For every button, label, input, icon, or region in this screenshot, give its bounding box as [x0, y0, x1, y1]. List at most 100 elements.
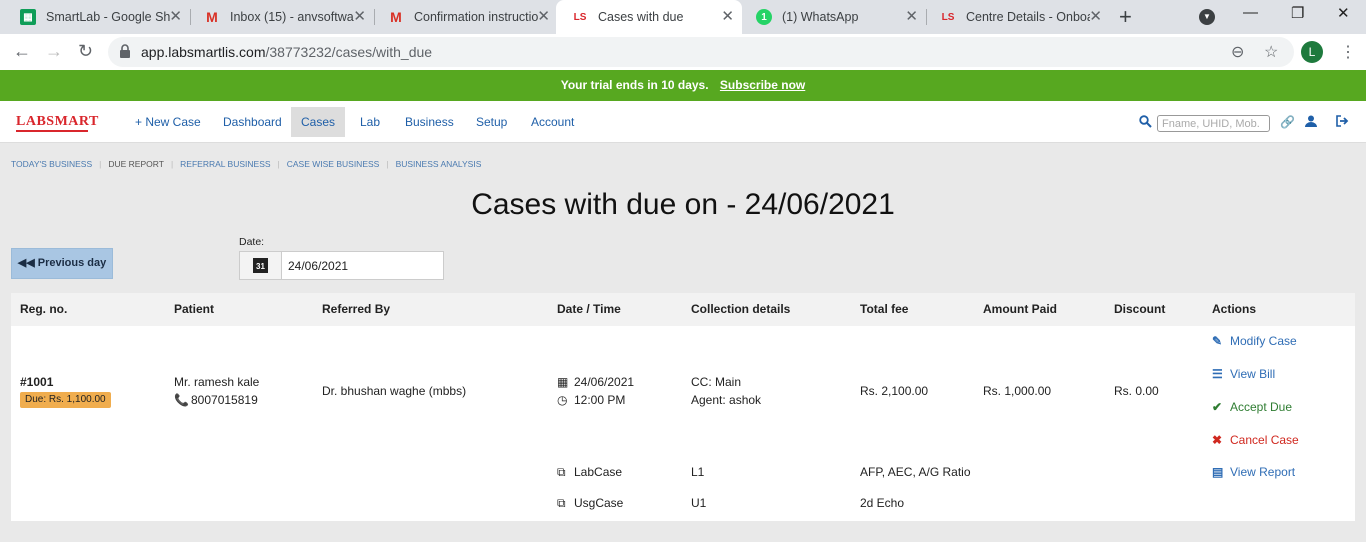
calendar-button[interactable]: 31 [240, 252, 282, 279]
profile-avatar[interactable]: L [1301, 41, 1323, 63]
cancel-case-label: Cancel Case [1230, 433, 1299, 447]
labsmart-logo[interactable]: LABSMART [16, 114, 99, 132]
table-header: Reg. no. Patient Referred By Date / Time… [11, 293, 1355, 326]
previous-day-label: Previous day [37, 257, 107, 269]
close-window-icon[interactable]: ✕ [1337, 4, 1350, 22]
browser-tab-whatsapp[interactable]: 1 (1) WhatsApp ✕ [740, 0, 926, 34]
nav-setup[interactable]: Setup [468, 107, 515, 137]
close-tab-icon[interactable]: ✕ [905, 9, 918, 25]
browser-tab-centre-details[interactable]: LS Centre Details - Onboa ✕ [924, 0, 1110, 34]
labsmart-icon: LS [941, 11, 955, 23]
view-bill-label: View Bill [1230, 367, 1276, 381]
new-tab-icon[interactable]: + [1119, 4, 1132, 30]
logout-icon[interactable] [1336, 115, 1349, 130]
sublink-todays-business[interactable]: TODAY'S BUSINESS [11, 159, 92, 169]
sublink-referral-business[interactable]: REFERRAL BUSINESS [180, 159, 270, 169]
nav-dashboard[interactable]: Dashboard [215, 107, 290, 137]
nav-new-case[interactable]: + New Case [127, 107, 209, 137]
bookmark-star-icon[interactable]: ☆ [1264, 42, 1278, 62]
reg-no[interactable]: #1001 [20, 375, 53, 389]
amount-paid: Rs. 1,000.00 [983, 384, 1052, 398]
cross-icon: ✖ [1212, 433, 1223, 447]
nav-lab[interactable]: Lab [352, 107, 388, 137]
forward-icon[interactable]: → [45, 41, 63, 62]
tab-search-icon[interactable]: ▼ [1199, 9, 1215, 25]
accept-due-button[interactable]: ✔ Accept Due [1212, 400, 1292, 414]
browser-tab-inbox[interactable]: M Inbox (15) - anvsoftwa ✕ [188, 0, 374, 34]
subcase-id: L1 [691, 465, 705, 479]
edit-icon: ✎ [1212, 334, 1223, 348]
browser-menu-icon[interactable]: ⋮ [1340, 42, 1356, 62]
subcase-tests: AFP, AEC, A/G Ratio [860, 465, 971, 479]
search-input[interactable] [1157, 115, 1270, 132]
discount: Rs. 0.00 [1114, 384, 1159, 398]
previous-day-button[interactable]: ◀◀ Previous day [11, 248, 113, 279]
subscribe-link[interactable]: Subscribe now [720, 78, 805, 92]
app-navbar: LABSMART + New Case Dashboard Cases Lab … [0, 101, 1366, 143]
subcase-type-text[interactable]: UsgCase [574, 496, 623, 510]
accept-due-label: Accept Due [1230, 400, 1293, 414]
clock-icon: ◷ [557, 393, 568, 407]
url-path: /38773232/cases/with_due [265, 44, 433, 60]
close-tab-icon[interactable]: ✕ [537, 9, 550, 25]
nav-business[interactable]: Business [397, 107, 462, 137]
nav-cases[interactable]: Cases [291, 107, 345, 137]
browser-tab-cases-with-due[interactable]: LS Cases with due ✕ [556, 0, 742, 34]
modify-case-button[interactable]: ✎ Modify Case [1212, 334, 1297, 348]
labsmart-icon: LS [573, 11, 587, 23]
business-sublinks: TODAY'S BUSINESS | DUE REPORT | REFERRAL BUS… [11, 159, 481, 169]
subcase-tests: 2d Echo [860, 496, 905, 510]
view-bill-button[interactable]: ☰ View Bill [1212, 367, 1275, 381]
trial-banner: Your trial ends in 10 days. Subscribe no… [0, 70, 1366, 101]
date-label: Date: [239, 236, 265, 248]
col-total-fee: Total fee [860, 302, 909, 316]
date-value: 24/06/2021 [288, 259, 349, 273]
close-tab-icon[interactable]: ✕ [169, 9, 182, 25]
close-tab-icon[interactable]: ✕ [1089, 9, 1102, 25]
logo-underline [16, 130, 88, 132]
cancel-case-button[interactable]: ✖ Cancel Case [1212, 433, 1299, 447]
sheets-icon: ▦ [20, 9, 36, 25]
restore-icon[interactable]: ❐ [1291, 4, 1304, 22]
phone-icon: 📞 [174, 393, 189, 407]
cases-table: Reg. no. Patient Referred By Date / Time… [11, 293, 1355, 521]
sublink-case-wise-business[interactable]: CASE WISE BUSINESS [287, 159, 380, 169]
address-bar[interactable]: app.labsmartlis.com/38773232/cases/with_… [108, 37, 1294, 67]
search-icon[interactable] [1139, 115, 1152, 131]
back-icon[interactable]: ← [13, 41, 31, 62]
sublink-separator: | [170, 159, 174, 169]
date-field[interactable]: 31 24/06/2021 [239, 251, 444, 280]
sublink-due-report[interactable]: DUE REPORT [108, 159, 164, 169]
col-discount: Discount [1114, 302, 1166, 316]
calendar-icon: ▦ [557, 375, 569, 389]
subcase-type-text[interactable]: LabCase [574, 465, 622, 479]
col-reg-no: Reg. no. [20, 302, 68, 316]
reload-icon[interactable]: ↻ [78, 41, 93, 62]
link-icon[interactable]: 🔗 [1280, 115, 1295, 129]
patient-phone: 📞 8007015819 [174, 393, 258, 407]
trial-text: Your trial ends in 10 days. [560, 78, 709, 92]
browser-tab-sheets[interactable]: ▦ SmartLab - Google Sh ✕ [4, 0, 190, 34]
sublink-separator: | [99, 159, 102, 169]
col-date-time: Date / Time [557, 302, 621, 316]
col-collection-details: Collection details [691, 302, 791, 316]
whatsapp-icon: 1 [756, 9, 772, 25]
close-tab-icon[interactable]: ✕ [721, 9, 734, 25]
case-time: ◷ 12:00 PM [557, 393, 625, 407]
sublink-separator: | [277, 159, 280, 169]
zoom-icon[interactable]: ⊖ [1231, 42, 1244, 62]
agent: Agent: ashok [691, 393, 762, 407]
subcase-type: ⧉ LabCase [557, 465, 622, 480]
close-tab-icon[interactable]: ✕ [353, 9, 366, 25]
nav-account[interactable]: Account [523, 107, 582, 137]
browser-tab-confirmation[interactable]: M Confirmation instructio ✕ [372, 0, 558, 34]
user-icon[interactable] [1305, 115, 1317, 130]
minimize-icon[interactable]: — [1243, 4, 1258, 21]
sublink-business-analysis[interactable]: BUSINESS ANALYSIS [396, 159, 482, 169]
collection-center: CC: Main [691, 375, 742, 389]
total-fee: Rs. 2,100.00 [860, 384, 929, 398]
view-report-button[interactable]: ▤ View Report [1212, 465, 1295, 479]
gmail-icon: M [206, 9, 218, 25]
gmail-icon: M [390, 9, 402, 25]
patient-phone-text: 8007015819 [191, 393, 258, 407]
